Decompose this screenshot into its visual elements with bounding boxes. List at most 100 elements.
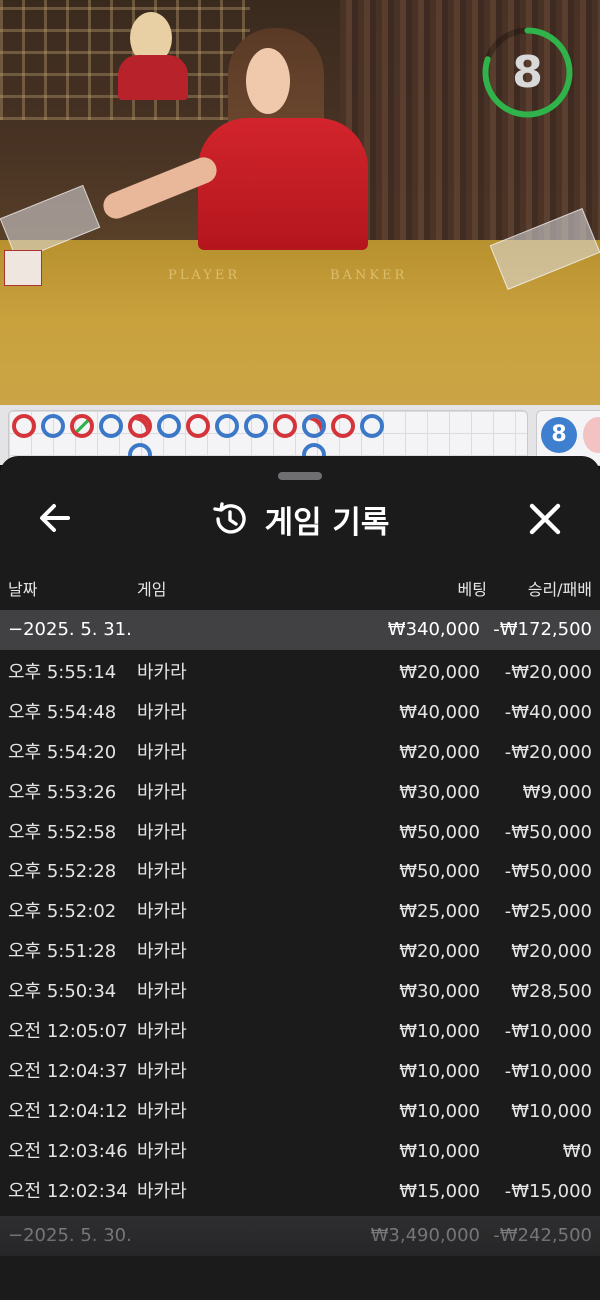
row-time: 오전 12:03:46 (8, 1140, 128, 1162)
row-result: -₩15,000 (504, 1180, 592, 1202)
column-game: 게임 (137, 580, 167, 599)
day-date: −2025. 5. 31. (8, 619, 132, 640)
row-bet: ₩25,000 (399, 901, 480, 923)
day-bet-total: ₩340,000 (387, 619, 480, 640)
dealer-face (246, 48, 290, 114)
history-row[interactable]: 오후 5:54:48 바카라 ₩40,000 -₩40,000 (0, 693, 600, 733)
history-row[interactable]: 오후 5:54:20 바카라 ₩20,000 -₩20,000 (0, 733, 600, 773)
row-game: 바카라 (137, 741, 187, 763)
row-time: 오후 5:52:02 (8, 901, 117, 923)
drag-handle[interactable] (278, 472, 322, 480)
table-header: 날짜 게임 베팅 승리/패배 (0, 576, 600, 604)
row-bet: ₩10,000 (399, 1100, 480, 1122)
day-date: −2025. 5. 30. (8, 1225, 132, 1246)
row-time: 오후 5:51:28 (8, 941, 117, 963)
row-game: 바카라 (137, 1021, 187, 1043)
row-time: 오후 5:50:34 (8, 981, 117, 1003)
row-game: 바카라 (137, 1140, 187, 1162)
background-dealer-body (118, 55, 188, 100)
row-game: 바카라 (137, 901, 187, 923)
day-summary-row[interactable]: −2025. 5. 31. ₩340,000 -₩172,500 (0, 610, 600, 650)
row-bet: ₩20,000 (399, 741, 480, 763)
felt-player-label: PLAYER (168, 268, 241, 283)
row-result: -₩50,000 (504, 861, 592, 883)
row-result: -₩25,000 (504, 901, 592, 923)
history-row[interactable]: 오후 5:51:28 바카라 ₩20,000 ₩20,000 (0, 932, 600, 972)
row-time: 오후 5:55:14 (8, 662, 117, 683)
row-time: 오후 5:54:48 (8, 701, 117, 723)
row-game: 바카라 (137, 981, 187, 1003)
row-bet: ₩50,000 (399, 861, 480, 883)
banker-bead (273, 414, 297, 438)
row-bet: ₩20,000 (399, 662, 480, 683)
dealer-dress (198, 118, 368, 250)
row-bet: ₩15,000 (399, 1180, 480, 1202)
history-row[interactable]: 오전 12:02:34 바카라 ₩15,000 -₩15,000 (0, 1172, 600, 1212)
row-bet: ₩10,000 (399, 1021, 480, 1043)
history-row[interactable]: 오전 12:04:12 바카라 ₩10,000 ₩10,000 (0, 1092, 600, 1132)
row-result: ₩9,000 (522, 781, 592, 803)
player-bead (215, 414, 239, 438)
row-time: 오후 5:53:26 (8, 781, 117, 803)
close-icon[interactable] (522, 496, 568, 542)
row-game: 바카라 (137, 1100, 187, 1122)
row-bet: ₩10,000 (399, 1140, 480, 1162)
history-row[interactable]: 오전 12:04:37 바카라 ₩10,000 -₩10,000 (0, 1052, 600, 1092)
row-time: 오전 12:04:12 (8, 1100, 128, 1122)
row-result: -₩50,000 (504, 821, 592, 843)
day-summary-row[interactable]: −2025. 5. 30. ₩3,490,000 -₩242,500 (0, 1216, 600, 1256)
row-result: ₩28,500 (511, 981, 592, 1003)
row-result: -₩40,000 (504, 701, 592, 723)
day-bet-total: ₩3,490,000 (370, 1225, 480, 1246)
panel-header: 게임 기록 (0, 494, 600, 544)
banker-bead (12, 414, 36, 438)
panel-title: 게임 기록 (264, 504, 390, 541)
player-bead (360, 414, 384, 438)
player-bead (157, 414, 181, 438)
history-list: 오후 5:55:14 바카라 ₩20,000 -₩20,000 오후 5:54:48 바카… (0, 653, 600, 1211)
column-bet: 베팅 (457, 580, 487, 599)
row-game: 바카라 (137, 861, 187, 883)
row-time: 오전 12:05:07 (8, 1021, 128, 1043)
row-result: -₩20,000 (504, 662, 592, 683)
history-row[interactable]: 오전 12:05:07 바카라 ₩10,000 -₩10,000 (0, 1012, 600, 1052)
row-bet: ₩40,000 (399, 701, 480, 723)
row-game: 바카라 (137, 1060, 187, 1082)
player-bead (302, 414, 326, 438)
day-result-total: -₩242,500 (493, 1225, 592, 1246)
player-bead (41, 414, 65, 438)
row-bet: ₩10,000 (399, 1060, 480, 1082)
row-bet: ₩20,000 (399, 941, 480, 963)
row-bet: ₩30,000 (399, 981, 480, 1003)
player-bead (99, 414, 123, 438)
playing-card (4, 250, 42, 286)
history-row[interactable]: 오후 5:52:02 바카라 ₩25,000 -₩25,000 (0, 892, 600, 932)
row-game: 바카라 (137, 781, 187, 803)
row-result: -₩10,000 (504, 1060, 592, 1082)
player-bead (244, 414, 268, 438)
row-time: 오후 5:52:58 (8, 821, 117, 843)
row-game: 바카라 (137, 821, 187, 843)
history-row[interactable]: 오후 5:52:58 바카라 ₩50,000 -₩50,000 (0, 813, 600, 853)
history-row[interactable]: 오후 5:53:26 바카라 ₩30,000 ₩9,000 (0, 773, 600, 813)
history-icon (212, 502, 246, 534)
row-result: ₩20,000 (511, 941, 592, 963)
banker-bead (70, 414, 94, 438)
countdown-number: 8 (512, 47, 543, 98)
history-row[interactable]: 오후 5:55:14 바카라 ₩20,000 -₩20,000 (0, 653, 600, 693)
history-row[interactable]: 오후 5:52:28 바카라 ₩50,000 -₩50,000 (0, 852, 600, 892)
day-result-total: -₩172,500 (493, 619, 592, 640)
row-time: 오후 5:54:20 (8, 741, 117, 763)
banker-bead (331, 414, 355, 438)
history-row[interactable]: 오전 12:03:46 바카라 ₩10,000 ₩0 (0, 1132, 600, 1172)
row-game: 바카라 (137, 941, 187, 963)
row-time: 오후 5:52:28 (8, 861, 117, 883)
row-result: ₩10,000 (511, 1100, 592, 1122)
banker-bead (186, 414, 210, 438)
row-game: 바카라 (137, 662, 187, 683)
row-bet: ₩30,000 (399, 781, 480, 803)
history-row[interactable]: 오후 5:50:34 바카라 ₩30,000 ₩28,500 (0, 972, 600, 1012)
row-bet: ₩50,000 (399, 821, 480, 843)
road-count-badge: 8 (541, 417, 577, 453)
column-date: 날짜 (8, 580, 38, 599)
